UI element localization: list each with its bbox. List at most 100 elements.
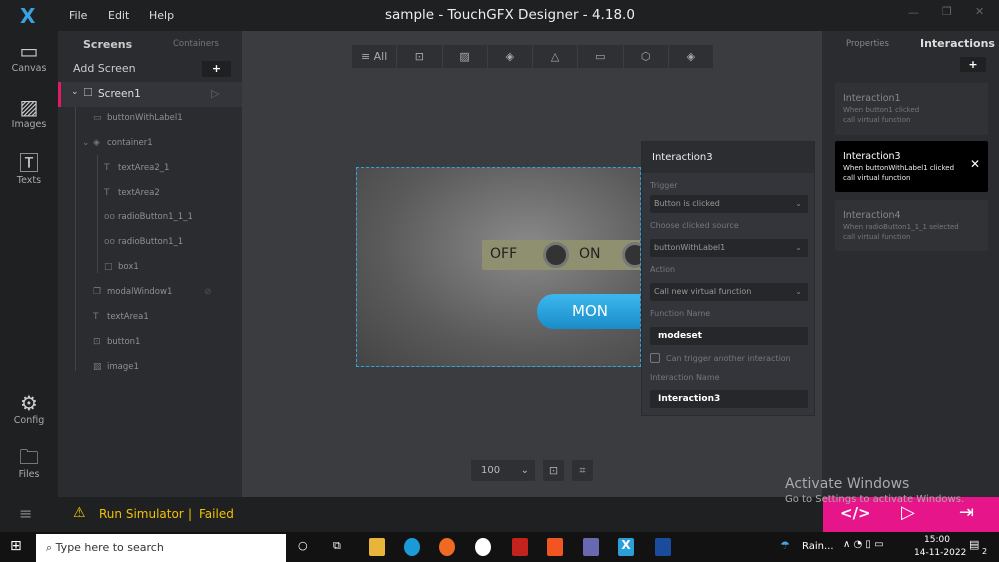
filter-buttons-icon[interactable]: ⊡ [397,45,443,68]
maximize-icon[interactable]: ❐ [942,5,952,18]
run-icon[interactable]: ▷ [901,502,915,523]
activate-windows-watermark: Activate Windows Go to Settings to activ… [785,476,964,505]
radio-icon: oo [104,212,116,222]
weather-icon[interactable]: ☂ [780,539,790,552]
trigger-select[interactable]: Button is clicked ⌄ [650,195,808,213]
minimize-icon[interactable]: — [908,6,919,19]
interaction-name-input[interactable]: Interaction3 [650,390,808,408]
container-icon: ◈ [93,138,100,148]
rail-images[interactable]: ▨ Images [0,95,58,130]
tree-item[interactable]: □ box1 [104,255,139,279]
radio-off[interactable] [543,242,569,268]
tree-item[interactable]: ⌄ ◈ container1 [82,131,153,155]
filter-3d-icon[interactable]: ⬡ [624,45,669,68]
menu-help[interactable]: Help [149,9,174,22]
cortana-icon[interactable]: ○ [298,539,308,552]
crop-icon[interactable]: ⌗ [572,460,593,481]
add-interaction-button[interactable]: + [960,57,986,72]
list-icon: ≡ [360,50,374,63]
tree-label: image1 [107,362,139,372]
file-explorer-icon[interactable] [369,538,385,556]
tree-item[interactable]: oo radioButton1_1_1 [104,205,193,229]
clock-date[interactable]: 14-11-2022 [914,548,966,558]
code-icon[interactable]: </> [840,504,871,522]
tree-item[interactable]: ⊡ button1 [93,330,140,354]
rail-canvas[interactable]: ▭ Canvas [0,39,58,74]
box-icon: □ [104,262,113,272]
firefox-icon[interactable] [439,538,455,556]
brave-icon[interactable] [547,538,563,556]
tree-item[interactable]: ▭ buttonWithLabel1 [93,106,183,130]
filter-all-button[interactable]: ≡ All [352,45,398,68]
radio-on[interactable] [622,242,640,268]
menu-file[interactable]: File [69,9,87,22]
source-label: Choose clicked source [650,221,739,230]
right-panel: Properties Interactions + Interaction1 Wh… [822,31,999,497]
tree-item[interactable]: ▨ image1 [93,355,139,379]
fit-screen-icon[interactable]: ⊡ [543,460,564,481]
filter-images-icon[interactable]: ▨ [443,45,488,68]
tab-properties[interactable]: Properties [846,39,889,49]
canvas-screen-preview[interactable]: OFF ON MON [356,167,641,367]
windows-start-icon[interactable]: ⊞ [10,538,22,554]
off-label: OFF [490,246,518,262]
run-simulator-label[interactable]: Run Simulator [99,507,184,521]
menu-icon[interactable]: ≡ [19,504,32,523]
tree-item[interactable]: oo radioButton1_1 [104,230,183,254]
tree-item[interactable]: TtextArea2_1 [104,156,169,180]
tab-containers[interactable]: Containers [173,39,219,49]
close-icon[interactable]: ✕ [975,5,984,18]
task-view-icon[interactable]: ⧉ [333,539,341,553]
interaction-card-selected[interactable]: Interaction3 When buttonWithLabel1 clicke… [835,141,988,192]
action-select[interactable]: Call new virtual function ⌄ [650,283,808,301]
export-icon[interactable]: ⇥ [959,502,974,523]
rail-texts[interactable]: 🅃 Texts [0,151,58,186]
interaction-card[interactable]: Interaction1 When button1 clicked call vir… [835,83,988,135]
tree-item[interactable]: TtextArea1 [93,305,149,329]
weather-label[interactable]: Rain... [802,541,834,552]
tree-guide [97,155,98,273]
stm32-icon[interactable] [655,538,671,556]
filter-progress-icon[interactable]: ▭ [578,45,624,68]
slack-icon[interactable] [475,538,491,556]
app-icon[interactable] [583,538,599,556]
hidden-icon[interactable]: ⊘ [204,287,211,297]
tray-icons[interactable]: ∧ ◔ ▯ ▭ [843,539,884,550]
text-icon: T [93,312,99,322]
card-line: call virtual function [843,116,911,124]
notification-icon[interactable]: ▤ [969,538,979,551]
rail-label: Config [13,415,45,426]
edge-icon[interactable] [404,538,420,556]
mon-button[interactable]: MON [537,294,640,329]
filter-layers-icon[interactable]: ◈ [669,45,713,68]
tree-item[interactable]: TtextArea2 [104,181,160,205]
add-screen-button[interactable]: + [202,61,231,77]
zoom-select[interactable]: 100 ⌄ [471,460,535,481]
rail-files[interactable]: 🗀 Files [0,445,58,480]
tree-item-screen1[interactable]: ⌄ ☐ Screen1 ▷ [58,82,242,107]
touchgfx-taskbar-icon[interactable]: X [618,538,634,556]
chevron-down-icon[interactable]: ⌄ [82,131,93,155]
taskbar-search[interactable]: ⌕ Type here to search [36,534,286,562]
rail-config[interactable]: ⚙ Config [0,391,58,426]
acrobat-icon[interactable] [512,538,528,556]
clock-time[interactable]: 15:00 [924,535,950,545]
tree-label: textArea1 [107,312,149,322]
filter-containers-icon[interactable]: ◈ [488,45,533,68]
tab-interactions[interactable]: Interactions [920,37,995,50]
function-name-input[interactable]: modeset [650,327,808,345]
chevron-down-icon[interactable]: ⌄ [71,87,79,97]
filter-shapes-icon[interactable]: △ [533,45,579,68]
tab-screens[interactable]: Screens [83,38,132,51]
play-icon[interactable]: ▷ [211,87,219,100]
source-select[interactable]: buttonWithLabel1 ⌄ [650,239,808,257]
tree-item[interactable]: ❐ modalWindow1 ⊘ [93,280,212,304]
interaction-card[interactable]: Interaction4 When radioButton1_1_1 select… [835,200,988,251]
chain-checkbox[interactable] [650,353,660,363]
menu-edit[interactable]: Edit [108,9,129,22]
toggle-widget[interactable]: OFF ON [482,240,640,270]
close-icon[interactable]: ✕ [970,158,980,170]
zoom-value: 100 [481,465,501,476]
gear-icon: ⚙ [20,391,38,415]
screen-icon: ☐ [83,86,93,99]
